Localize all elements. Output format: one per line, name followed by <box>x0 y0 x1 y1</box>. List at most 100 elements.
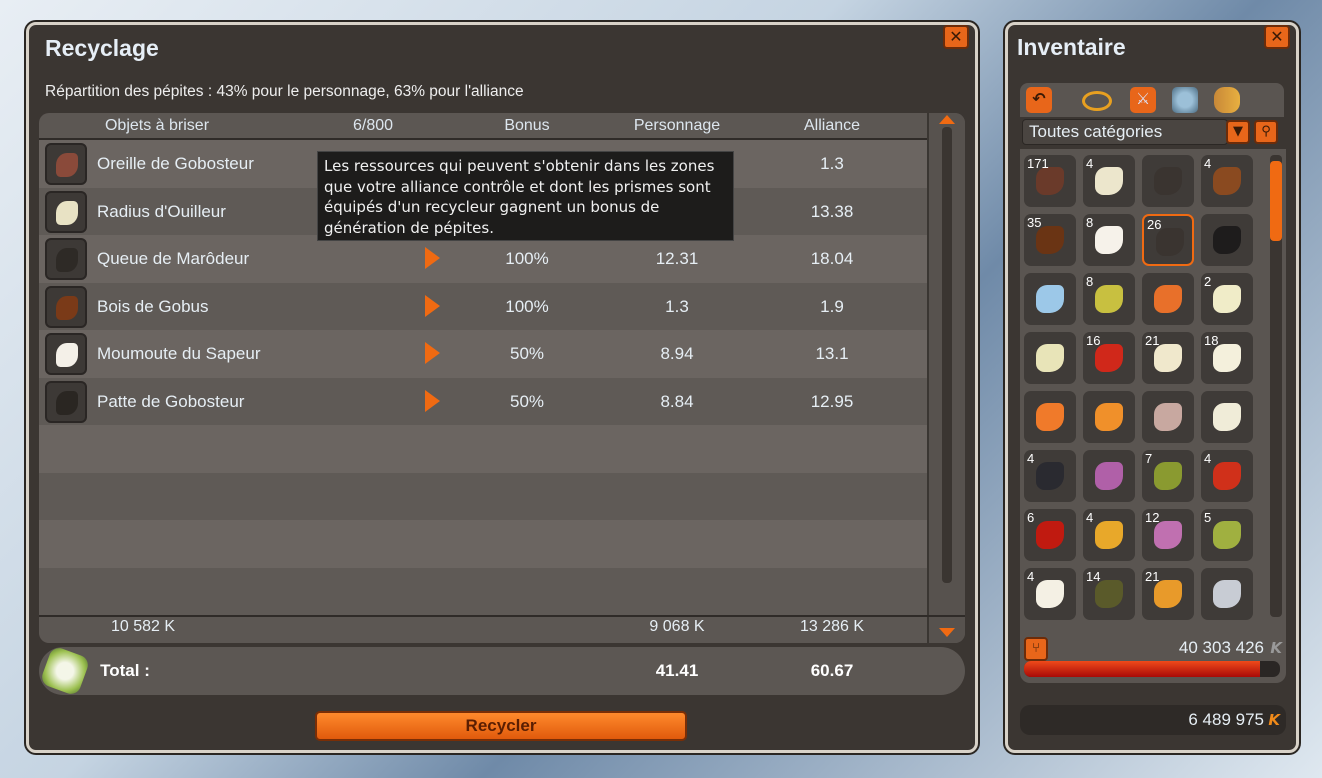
inventory-slot[interactable] <box>1024 391 1076 443</box>
category-select[interactable]: Toutes catégories <box>1022 119 1228 145</box>
inventory-slot[interactable] <box>1201 391 1253 443</box>
arrow-right-icon[interactable] <box>425 389 440 412</box>
scroll-thumb[interactable] <box>1270 161 1282 241</box>
weight-icon: ⑂ <box>1024 637 1048 661</box>
table-row[interactable] <box>39 520 965 568</box>
inventory-slot[interactable]: 7 <box>1142 450 1194 502</box>
inventory-slot[interactable] <box>1201 214 1253 266</box>
item-icon <box>1213 226 1241 254</box>
weight-bar-fill <box>1024 661 1260 677</box>
inventory-slot[interactable] <box>1083 450 1135 502</box>
inventory-slot[interactable]: 8 <box>1083 273 1135 325</box>
item-icon <box>1036 167 1064 195</box>
col-bonus: Bonus <box>504 117 550 134</box>
inventory-slot[interactable]: 4 <box>1201 155 1253 207</box>
inventory-scrollbar[interactable] <box>1270 155 1282 617</box>
inventory-slot[interactable]: 18 <box>1201 332 1253 384</box>
inventory-slot[interactable]: 6 <box>1024 509 1076 561</box>
item-icon <box>1095 580 1123 608</box>
col-count: 6/800 <box>352 117 394 134</box>
arrow-right-icon[interactable] <box>425 294 440 317</box>
sword-icon[interactable]: ⚔ <box>1130 87 1156 113</box>
inventory-slot[interactable] <box>1083 391 1135 443</box>
inventory-slot[interactable]: 26 <box>1142 214 1194 266</box>
item-icon <box>1154 403 1182 431</box>
table-row[interactable]: Patte de Gobosteur 50% 8.84 12.95 <box>39 377 965 425</box>
item-icon <box>45 238 87 280</box>
inventory-slot[interactable]: 4 <box>1083 155 1135 207</box>
item-name: Moumoute du Sapeur <box>97 344 261 363</box>
search-icon[interactable]: ⚲ <box>1254 120 1278 144</box>
item-icon <box>1036 462 1064 490</box>
item-icon <box>1095 462 1123 490</box>
item-alliance: 1.3 <box>820 154 844 173</box>
table-row[interactable]: Moumoute du Sapeur 50% 8.94 13.1 <box>39 330 965 378</box>
item-icon <box>45 333 87 375</box>
inventory-slot[interactable]: 12 <box>1142 509 1194 561</box>
inventory-slot[interactable]: 4 <box>1083 509 1135 561</box>
table-row[interactable]: Queue de Marôdeur 100% 12.31 18.04 <box>39 235 965 283</box>
item-icon <box>1095 521 1123 549</box>
distribution-text: Répartition des pépites : 43% pour le pe… <box>45 83 524 100</box>
inventaire-window: Inventaire ✕ ↶ ⚔ Toutes catégories ▼ ⚲ 1… <box>1005 22 1299 753</box>
close-button[interactable]: ✕ <box>1264 25 1290 49</box>
inventory-slot[interactable]: 5 <box>1201 509 1253 561</box>
potions-icon[interactable] <box>1172 87 1198 113</box>
item-count: 14 <box>1086 569 1101 584</box>
inventory-slot[interactable]: 4 <box>1024 450 1076 502</box>
item-icon <box>1213 521 1241 549</box>
log-icon[interactable] <box>1214 87 1240 113</box>
inventory-slot[interactable]: 4 <box>1201 450 1253 502</box>
inventory-slot[interactable] <box>1142 155 1194 207</box>
item-icon <box>45 190 87 233</box>
item-icon <box>45 285 87 328</box>
inventory-slot[interactable] <box>1024 332 1076 384</box>
inventory-slot[interactable] <box>1142 391 1194 443</box>
inventory-slot[interactable]: 35 <box>1024 214 1076 266</box>
arrow-right-icon[interactable] <box>425 247 440 269</box>
scroll-track[interactable] <box>942 127 952 583</box>
item-count: 4 <box>1086 156 1094 171</box>
inventory-slot[interactable]: 21 <box>1142 568 1194 620</box>
table-row[interactable]: Bois de Gobus 100% 1.3 1.9 <box>39 282 965 330</box>
rings-icon[interactable] <box>1082 91 1112 111</box>
table-scrollbar[interactable] <box>927 113 965 643</box>
kama-icon: K <box>1268 711 1280 729</box>
item-bonus: 100% <box>505 296 549 316</box>
table-row[interactable] <box>39 425 965 473</box>
inventory-slot[interactable] <box>1201 568 1253 620</box>
item-name: Radius d'Ouilleur <box>97 201 226 221</box>
item-count: 4 <box>1204 156 1212 171</box>
scroll-up-icon[interactable] <box>939 115 955 124</box>
item-icon <box>1154 167 1182 195</box>
table-row[interactable] <box>39 567 965 615</box>
recycle-button[interactable]: Recycler <box>315 711 687 741</box>
inventory-slot[interactable] <box>1142 273 1194 325</box>
item-count: 21 <box>1145 333 1160 348</box>
personnage-value: 9 068 K <box>649 618 705 635</box>
inventory-slot[interactable]: 4 <box>1024 568 1076 620</box>
item-icon <box>45 143 87 185</box>
chevron-down-icon[interactable]: ▼ <box>1226 120 1250 144</box>
inventory-slot[interactable]: 171 <box>1024 155 1076 207</box>
item-icon <box>1036 285 1064 313</box>
close-button[interactable]: ✕ <box>943 25 969 49</box>
item-name: Queue de Marôdeur <box>97 249 250 268</box>
back-icon[interactable]: ↶ <box>1026 87 1052 113</box>
inventory-slot[interactable]: 14 <box>1083 568 1135 620</box>
bonus-tooltip: Les ressources qui peuvent s'obtenir dan… <box>317 151 734 241</box>
item-alliance: 13.38 <box>810 201 854 221</box>
arrow-right-icon[interactable] <box>425 342 440 364</box>
inventory-slot[interactable]: 8 <box>1083 214 1135 266</box>
inventory-slot[interactable]: 2 <box>1201 273 1253 325</box>
item-alliance: 18.04 <box>810 249 854 268</box>
item-name: Bois de Gobus <box>97 296 209 316</box>
inventory-slot[interactable] <box>1024 273 1076 325</box>
inventory-slot[interactable]: 16 <box>1083 332 1135 384</box>
item-icon <box>1036 226 1064 254</box>
item-count: 2 <box>1204 274 1212 289</box>
item-bonus: 50% <box>509 391 545 411</box>
inventory-slot[interactable]: 21 <box>1142 332 1194 384</box>
table-row[interactable] <box>39 472 965 520</box>
item-icon <box>1156 228 1184 256</box>
